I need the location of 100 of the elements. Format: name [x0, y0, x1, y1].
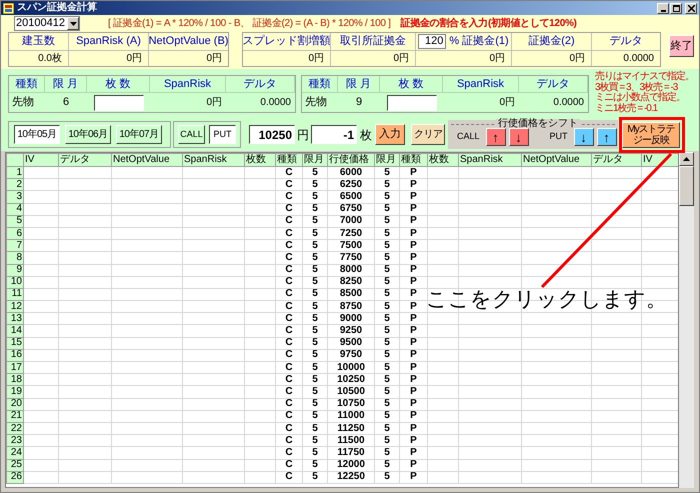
scroll-up-icon[interactable]: [683, 157, 690, 161]
shift-call-button[interactable]: ↓: [508, 128, 529, 146]
month-button[interactable]: 10年06月: [65, 125, 111, 144]
table-cell: C: [276, 398, 302, 410]
table-cell: 10000: [328, 362, 374, 374]
table-cell: 8500: [328, 288, 374, 301]
table-cell: 5: [302, 312, 328, 325]
table-cell: P: [400, 312, 428, 325]
close-icon[interactable]: [685, 2, 697, 14]
enter-button[interactable]: 入力: [375, 124, 405, 145]
table-cell: P: [400, 362, 428, 374]
exit-button[interactable]: 終了: [669, 35, 694, 57]
table-cell: C: [276, 337, 302, 350]
ratio-input[interactable]: 120: [418, 34, 446, 49]
table-cell: 10750: [328, 398, 374, 410]
table-cell: P: [400, 324, 428, 338]
price-input[interactable]: 10250: [249, 125, 295, 144]
column-header: NetOptValue (B): [148, 34, 228, 49]
table-cell: C: [276, 374, 302, 386]
strategy-button[interactable]: Myストラテ ジー反映: [622, 122, 680, 148]
table-cell: P: [400, 227, 428, 240]
column-header: 行使価格: [328, 154, 374, 166]
table-cell: 5: [302, 178, 328, 191]
row-number: 26: [6, 471, 24, 484]
column-header: SpanRisk: [458, 154, 522, 166]
column-header: 証拠金(2): [528, 34, 575, 49]
column-header: 限月: [302, 154, 328, 166]
summary-value: 0円: [126, 52, 142, 66]
table-cell: P: [400, 434, 428, 447]
unit-label: 円: [297, 126, 309, 144]
table-cell: P: [400, 288, 428, 301]
row-number: 9: [6, 264, 24, 276]
column-header: 取引所証拠金: [340, 34, 406, 49]
table-cell: P: [400, 471, 428, 484]
table-cell: 5: [374, 276, 400, 288]
table-cell: 5: [302, 398, 328, 410]
table-cell: 5: [302, 300, 328, 313]
row-number: 15: [6, 337, 24, 350]
row-number: 5: [6, 215, 24, 228]
row-number: 23: [6, 434, 24, 447]
clear-button[interactable]: クリア: [411, 124, 445, 145]
quantity-input[interactable]: [386, 94, 436, 110]
option-type-button[interactable]: PUT: [209, 125, 236, 144]
note-text: ミニ1枚売 = -0.1: [595, 104, 659, 114]
date-dropdown[interactable]: 20100412: [14, 16, 80, 31]
table-cell: 9500: [328, 337, 374, 350]
table-cell: P: [400, 374, 428, 386]
table-cell: 5: [302, 386, 328, 398]
table-cell: C: [276, 446, 302, 459]
table-cell: 5: [302, 446, 328, 459]
month-button[interactable]: 10年07月: [116, 125, 162, 144]
futures-value: 0.0000: [553, 96, 584, 110]
table-cell: P: [400, 337, 428, 350]
month-button[interactable]: 10年05月: [14, 125, 60, 144]
option-type-button[interactable]: CALL: [178, 125, 205, 144]
table-cell: C: [276, 203, 302, 216]
table-cell: 9000: [328, 312, 374, 325]
table-cell: 5: [374, 215, 400, 228]
table-cell: C: [276, 422, 302, 435]
column-header: デルタ: [244, 76, 276, 92]
table-cell: 5: [302, 459, 328, 472]
column-header: IV: [24, 154, 58, 166]
quantity-input[interactable]: [94, 94, 144, 110]
maximize-icon[interactable]: [670, 2, 682, 14]
table-cell: 5: [302, 240, 328, 252]
table-cell: C: [276, 288, 302, 301]
row-number: 10: [6, 276, 24, 288]
row-number: 25: [6, 459, 24, 472]
futures-value: 6: [62, 95, 70, 110]
row-number: 14: [6, 324, 24, 338]
minimize-icon[interactable]: [657, 2, 669, 14]
table-cell: 5: [302, 264, 328, 276]
table-cell: 5: [302, 215, 328, 228]
table-cell: 11500: [328, 434, 374, 447]
column-header: % 証拠金(1): [449, 34, 509, 49]
shift-call-button[interactable]: ↑: [486, 128, 506, 146]
table-cell: 5: [374, 398, 400, 410]
table-cell: 5: [374, 227, 400, 240]
table-cell: 5: [302, 203, 328, 216]
table-cell: 6500: [328, 190, 374, 204]
unit-label: 枚: [360, 126, 372, 144]
shift-put-button[interactable]: ↓: [574, 128, 594, 146]
column-header: SpanRisk (A): [76, 34, 141, 49]
table-cell: P: [400, 410, 428, 422]
quantity-input[interactable]: -1: [311, 125, 357, 144]
column-header: 枚数: [244, 154, 276, 166]
table-cell: 11000: [328, 410, 374, 422]
table-cell: 5: [374, 324, 400, 338]
table-cell: P: [400, 300, 428, 313]
table-cell: 5: [374, 362, 400, 374]
table-cell: 12000: [328, 459, 374, 472]
scrollbar[interactable]: [679, 152, 694, 488]
column-header: デルタ: [610, 34, 642, 49]
futures-value: 先物: [305, 95, 327, 110]
table-cell: 5: [302, 324, 328, 338]
shift-put-button[interactable]: ↑: [596, 128, 617, 146]
table-cell: C: [276, 459, 302, 472]
scroll-thumb[interactable]: [679, 166, 694, 206]
table-cell: C: [276, 300, 302, 313]
shift-group-title: 行使価格をシフト: [496, 119, 580, 129]
